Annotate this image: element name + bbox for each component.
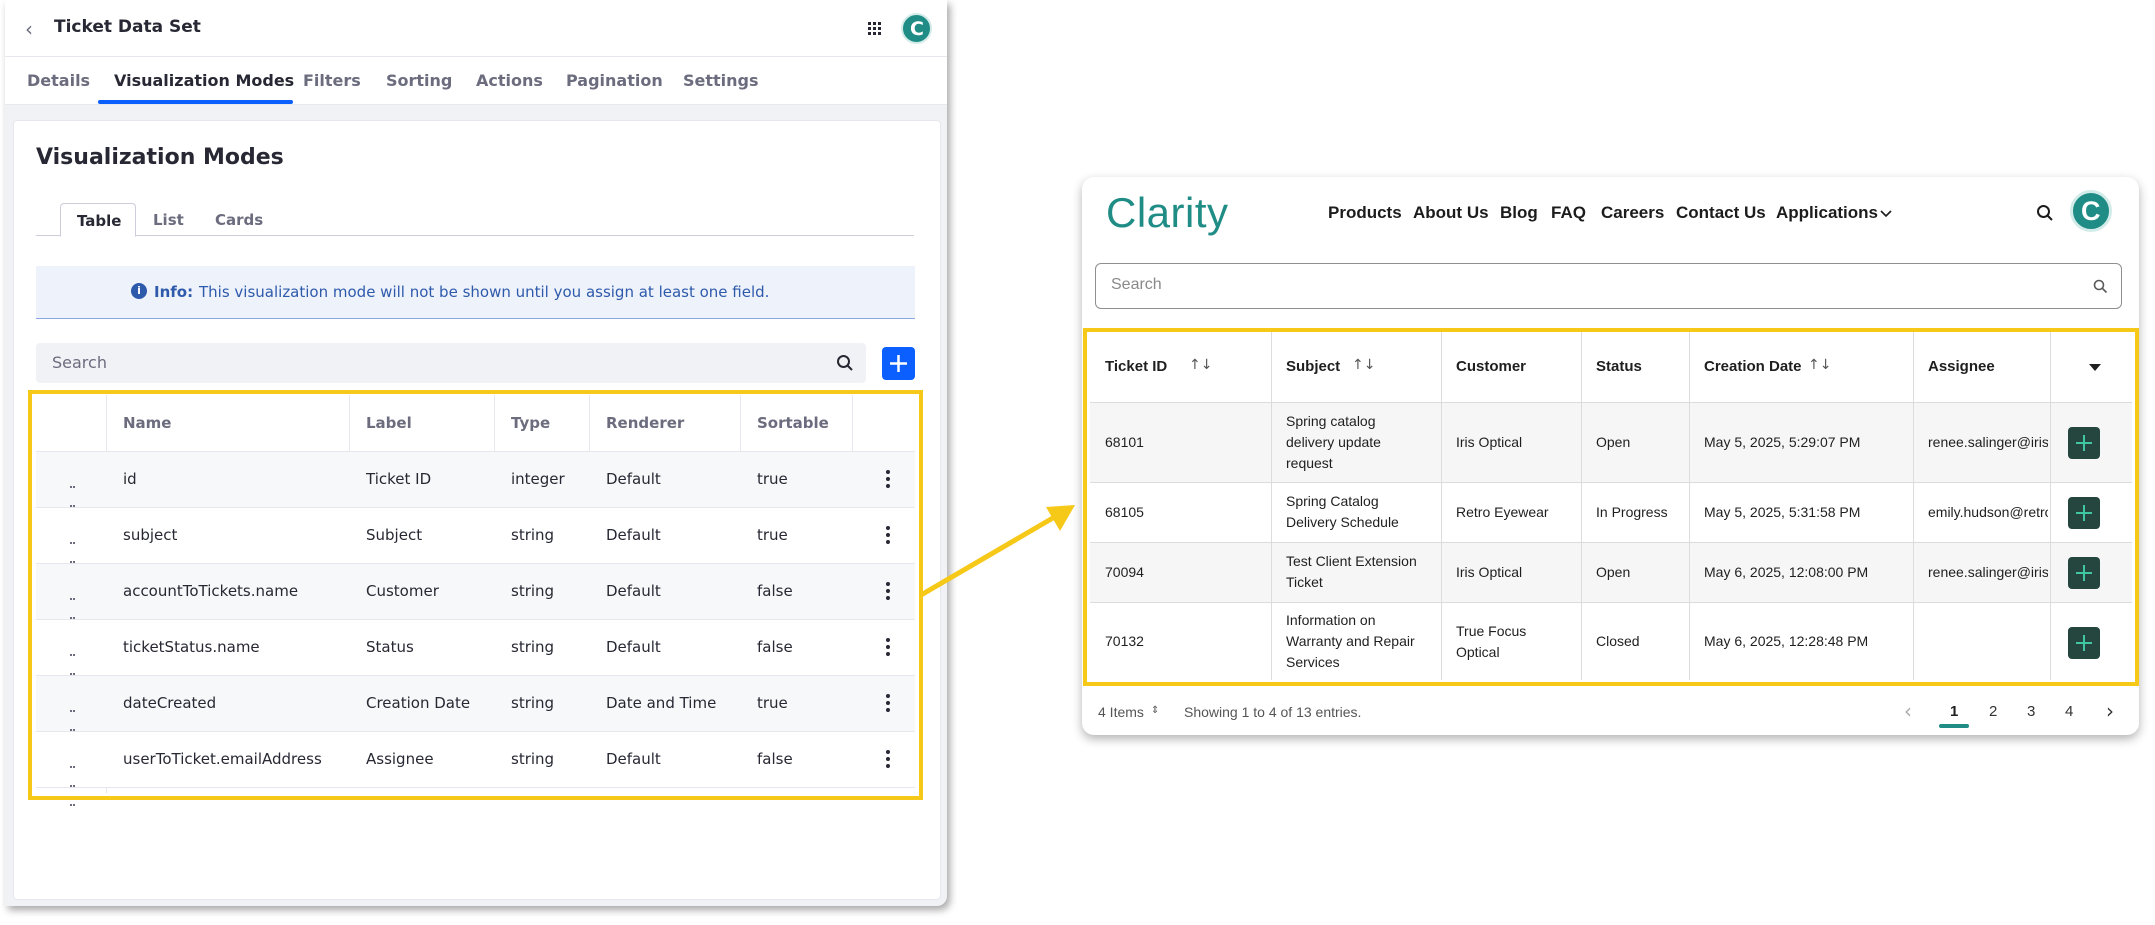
site-search-input[interactable]: Search xyxy=(1111,276,1162,294)
search-icon[interactable] xyxy=(836,354,854,372)
highlight-frame-left xyxy=(28,390,923,800)
search-box[interactable]: Search xyxy=(36,343,866,383)
site-search-box[interactable]: Search xyxy=(1095,263,2122,309)
subtab-cards[interactable]: Cards xyxy=(215,211,263,229)
admin-tabs: Details Visualization Modes Filters Sort… xyxy=(5,57,947,105)
page-4[interactable]: 4 xyxy=(2065,703,2073,720)
search-icon[interactable] xyxy=(2036,204,2054,222)
info-label: Info: xyxy=(154,283,193,301)
apps-grid-icon[interactable] xyxy=(867,21,883,37)
plus-icon xyxy=(882,347,915,380)
tab-actions[interactable]: Actions xyxy=(476,71,543,90)
avatar-letter: C xyxy=(2081,196,2101,227)
site-logo[interactable]: Clarity xyxy=(1106,189,1229,237)
prev-page-icon[interactable]: ‹ xyxy=(1904,699,1912,723)
highlight-frame-right xyxy=(1083,328,2139,686)
subtab-table-label: Table xyxy=(77,212,121,230)
page-3[interactable]: 3 xyxy=(2027,703,2035,720)
nav-about-us[interactable]: About Us xyxy=(1413,203,1489,223)
chevron-down-icon[interactable] xyxy=(1880,210,1892,218)
info-text: This visualization mode will not be show… xyxy=(199,283,769,301)
add-field-button[interactable] xyxy=(882,347,915,380)
nav-applications[interactable]: Applications xyxy=(1776,203,1878,223)
search-icon[interactable] xyxy=(2093,279,2108,294)
subtab-table[interactable]: Table xyxy=(60,203,136,237)
admin-header: ‹ Ticket Data Set C xyxy=(5,0,947,57)
avatar[interactable]: C xyxy=(2070,190,2112,232)
items-per-page[interactable]: 4 Items xyxy=(1098,704,1144,720)
nav-blog[interactable]: Blog xyxy=(1500,203,1538,223)
active-tab-indicator xyxy=(98,100,293,104)
page-2[interactable]: 2 xyxy=(1989,703,1997,720)
entries-summary: Showing 1 to 4 of 13 entries. xyxy=(1184,704,1361,720)
connector-arrow xyxy=(915,495,1085,605)
page-1[interactable]: 1 xyxy=(1950,703,1958,720)
subtab-list[interactable]: List xyxy=(153,211,184,229)
tab-visualization-modes[interactable]: Visualization Modes xyxy=(114,71,294,90)
next-page-icon[interactable]: › xyxy=(2106,699,2114,723)
tab-sorting[interactable]: Sorting xyxy=(386,71,452,90)
nav-faq[interactable]: FAQ xyxy=(1551,203,1586,223)
tab-details[interactable]: Details xyxy=(27,71,90,90)
info-icon: i xyxy=(131,283,147,299)
back-icon[interactable]: ‹ xyxy=(25,17,33,41)
current-page-indicator xyxy=(1939,724,1969,728)
tab-settings[interactable]: Settings xyxy=(683,71,759,90)
section-title: Visualization Modes xyxy=(36,145,284,170)
nav-careers[interactable]: Careers xyxy=(1601,203,1664,223)
items-dropdown-icon[interactable]: ⇕ xyxy=(1151,705,1159,716)
search-input[interactable]: Search xyxy=(52,353,107,372)
tab-pagination[interactable]: Pagination xyxy=(566,71,663,90)
tab-filters[interactable]: Filters xyxy=(303,71,361,90)
avatar[interactable]: C xyxy=(901,13,932,44)
nav-products[interactable]: Products xyxy=(1328,203,1402,223)
info-alert: i Info: This visualization mode will not… xyxy=(36,266,915,319)
page-title: Ticket Data Set xyxy=(54,17,201,37)
avatar-letter: C xyxy=(910,18,924,40)
nav-contact-us[interactable]: Contact Us xyxy=(1676,203,1766,223)
